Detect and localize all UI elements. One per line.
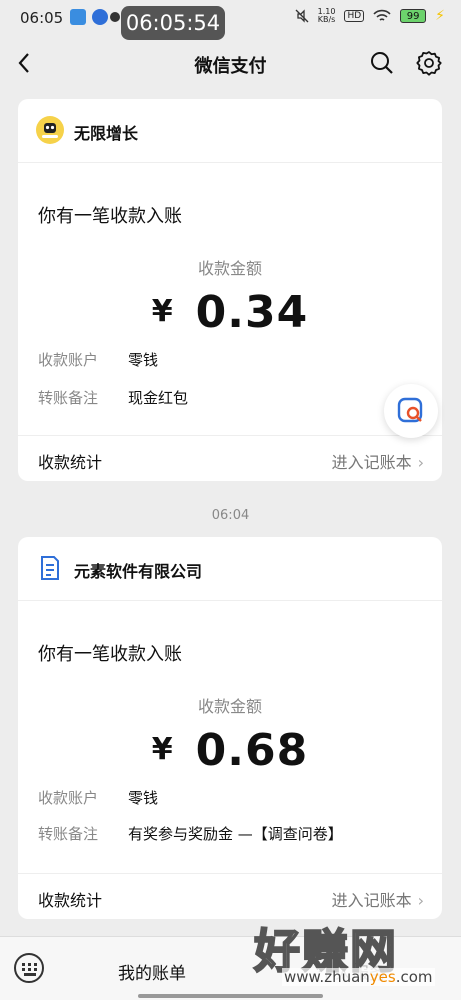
source-logo-icon	[36, 116, 64, 144]
message-timestamp: 06:04	[211, 508, 250, 523]
amount-number: 0.68	[195, 725, 309, 776]
source-name: 无限增长	[74, 124, 139, 143]
browser-notification-icon	[92, 9, 108, 25]
payment-card[interactable]: 元素软件有限公司 你有一笔收款入账 收款金额 ¥0.68 收款账户 零钱 转账备…	[18, 537, 442, 919]
row-value-account: 零钱	[128, 789, 159, 807]
currency-symbol: ¥	[151, 294, 174, 329]
nav-bar: 微信支付	[0, 38, 461, 90]
ledger-link[interactable]: 进入记账本 ›	[332, 887, 424, 911]
ledger-link-label: 进入记账本	[331, 891, 412, 910]
search-icon[interactable]	[370, 51, 394, 75]
card-footer[interactable]: 收款统计 进入记账本 ›	[18, 873, 442, 919]
currency-symbol: ¥	[151, 732, 174, 767]
watermark-url: www.zhuanyes.com	[282, 968, 435, 986]
net-speed: 1.10 KB/s	[318, 8, 336, 24]
clock-overlay: 06:05:54	[121, 6, 225, 40]
home-indicator[interactable]	[138, 994, 323, 998]
status-icons: 1.10 KB/s HD 99 ⚡	[295, 8, 445, 24]
card-header: 元素软件有限公司	[18, 537, 442, 601]
card-headline: 你有一笔收款入账	[38, 206, 182, 227]
chevron-right-icon: ›	[417, 891, 424, 910]
amount-number: 0.34	[195, 287, 309, 338]
row-key-account: 收款账户	[38, 351, 99, 369]
status-time: 06:05	[20, 9, 64, 27]
mute-icon	[295, 9, 309, 23]
footer-stats-label: 收款统计	[38, 453, 103, 472]
row-key-remark: 转账备注	[38, 389, 99, 407]
app-notification-icon	[70, 9, 86, 25]
wifi-icon	[373, 9, 391, 21]
battery-icon: 99	[400, 9, 427, 23]
row-key-remark: 转账备注	[38, 825, 99, 843]
amount-label: 收款金额	[197, 697, 262, 716]
my-bill-tab[interactable]: 我的账单	[118, 959, 186, 984]
net-speed-unit: KB/s	[317, 15, 336, 24]
card-header: 无限增长	[18, 99, 442, 163]
card-footer[interactable]: 收款统计 进入记账本 ›	[18, 435, 442, 481]
row-key-account: 收款账户	[38, 789, 99, 807]
footer-stats-label: 收款统计	[38, 891, 103, 910]
status-bar: 06:05 06:05:54 1.10 KB/s HD 99 ⚡	[0, 0, 461, 40]
source-name: 元素软件有限公司	[74, 562, 203, 581]
amount-value: ¥0.68	[18, 725, 442, 776]
amount-value: ¥0.34	[18, 287, 442, 338]
document-icon	[41, 556, 59, 580]
quick-search-icon	[397, 397, 423, 423]
card-headline: 你有一笔收款入账	[38, 644, 182, 665]
ledger-link-label: 进入记账本	[331, 453, 412, 472]
recording-dot-icon	[110, 12, 120, 22]
payment-card[interactable]: 无限增长 你有一笔收款入账 收款金额 ¥0.34 收款账户 零钱 转账备注 现金…	[18, 99, 442, 481]
keyboard-icon[interactable]	[14, 953, 44, 983]
watermark-url-suffix: .com	[395, 968, 433, 986]
settings-gear-icon[interactable]	[416, 50, 442, 76]
row-value-remark: 有奖参与奖励金 —【调查问卷】	[128, 825, 343, 843]
row-value-account: 零钱	[128, 351, 159, 369]
watermark-url-highlight: yes	[369, 968, 396, 986]
watermark-url-prefix: www.zhuan	[284, 968, 370, 986]
floating-search-button[interactable]	[384, 384, 438, 438]
amount-label: 收款金额	[197, 259, 262, 278]
ledger-link[interactable]: 进入记账本 ›	[332, 449, 424, 473]
charging-icon: ⚡	[435, 8, 445, 24]
hd-badge: HD	[344, 10, 365, 22]
chevron-right-icon: ›	[417, 453, 424, 472]
row-value-remark: 现金红包	[128, 389, 189, 407]
